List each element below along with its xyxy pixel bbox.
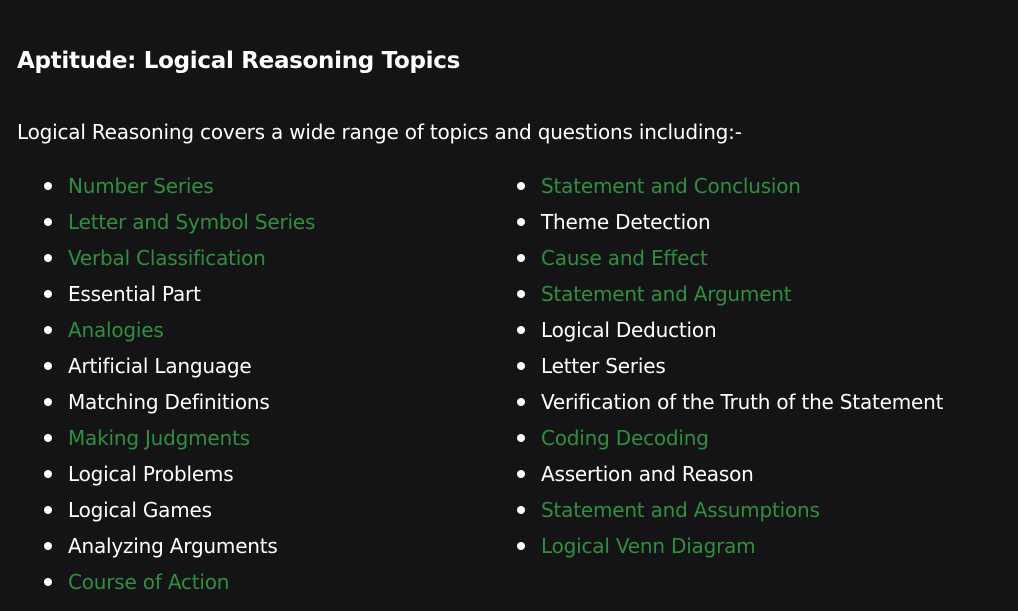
list-item: Matching Definitions [44, 384, 315, 420]
topic-link[interactable]: Letter and Symbol Series [68, 210, 315, 234]
topic-label: Letter Series [541, 354, 666, 378]
bullet-icon [517, 362, 525, 370]
list-item: Letter Series [517, 348, 943, 384]
bullet-icon [517, 254, 525, 262]
bullet-icon [44, 326, 52, 334]
topic-link[interactable]: Statement and Argument [541, 282, 792, 306]
bullet-icon [44, 362, 52, 370]
list-item: Verification of the Truth of the Stateme… [517, 384, 943, 420]
topic-label: Logical Games [68, 498, 212, 522]
topic-link[interactable]: Verbal Classification [68, 246, 266, 270]
topic-link[interactable]: Statement and Assumptions [541, 498, 820, 522]
list-item[interactable]: Logical Venn Diagram [517, 528, 943, 564]
bullet-icon [44, 290, 52, 298]
bullet-icon [44, 578, 52, 586]
topic-label: Logical Problems [68, 462, 234, 486]
topic-list-left: Number Series Letter and Symbol Series Ver… [44, 168, 315, 600]
list-item: Logical Games [44, 492, 315, 528]
bullet-icon [44, 218, 52, 226]
topic-label: Verification of the Truth of the Stateme… [541, 390, 944, 414]
bullet-icon [517, 434, 525, 442]
topic-link[interactable]: Making Judgments [68, 426, 250, 450]
list-item: Logical Problems [44, 456, 315, 492]
list-item[interactable]: Verbal Classification [44, 240, 315, 276]
topic-label: Matching Definitions [68, 390, 270, 414]
list-item: Logical Deduction [517, 312, 943, 348]
topic-link[interactable]: Logical Venn Diagram [541, 534, 756, 558]
list-item[interactable]: Analogies [44, 312, 315, 348]
list-item: Analyzing Arguments [44, 528, 315, 564]
bullet-icon [517, 326, 525, 334]
topic-link[interactable]: Cause and Effect [541, 246, 708, 270]
list-item[interactable]: Letter and Symbol Series [44, 204, 315, 240]
bullet-icon [44, 434, 52, 442]
bullet-icon [517, 542, 525, 550]
topic-label: Artificial Language [68, 354, 252, 378]
topic-link[interactable]: Statement and Conclusion [541, 174, 801, 198]
topic-label: Assertion and Reason [541, 462, 754, 486]
list-item[interactable]: Statement and Argument [517, 276, 943, 312]
bullet-icon [44, 182, 52, 190]
list-item: Theme Detection [517, 204, 943, 240]
list-item[interactable]: Number Series [44, 168, 315, 204]
list-item[interactable]: Coding Decoding [517, 420, 943, 456]
list-item[interactable]: Course of Action [44, 564, 315, 600]
topic-link[interactable]: Course of Action [68, 570, 229, 594]
bullet-icon [517, 398, 525, 406]
bullet-icon [44, 254, 52, 262]
list-item: Artificial Language [44, 348, 315, 384]
article: Aptitude: Logical Reasoning Topics Logic… [0, 0, 1018, 611]
bullet-icon [517, 218, 525, 226]
list-item: Assertion and Reason [517, 456, 943, 492]
intro-text: Logical Reasoning covers a wide range of… [17, 120, 742, 144]
topic-link[interactable]: Number Series [68, 174, 214, 198]
bullet-icon [44, 542, 52, 550]
list-item: Essential Part [44, 276, 315, 312]
bullet-icon [517, 470, 525, 478]
topic-link[interactable]: Analogies [68, 318, 164, 342]
topic-list-right: Statement and Conclusion Theme Detection C… [517, 168, 943, 564]
topic-label: Analyzing Arguments [68, 534, 278, 558]
page-title: Aptitude: Logical Reasoning Topics [17, 48, 460, 74]
bullet-icon [517, 290, 525, 298]
bullet-icon [517, 506, 525, 514]
bullet-icon [44, 506, 52, 514]
list-item[interactable]: Cause and Effect [517, 240, 943, 276]
bullet-icon [44, 470, 52, 478]
topic-label: Theme Detection [541, 210, 711, 234]
list-item[interactable]: Statement and Assumptions [517, 492, 943, 528]
bullet-icon [44, 398, 52, 406]
topic-label: Essential Part [68, 282, 201, 306]
topic-link[interactable]: Coding Decoding [541, 426, 709, 450]
list-item[interactable]: Making Judgments [44, 420, 315, 456]
topic-label: Logical Deduction [541, 318, 717, 342]
bullet-icon [517, 182, 525, 190]
list-item[interactable]: Statement and Conclusion [517, 168, 943, 204]
